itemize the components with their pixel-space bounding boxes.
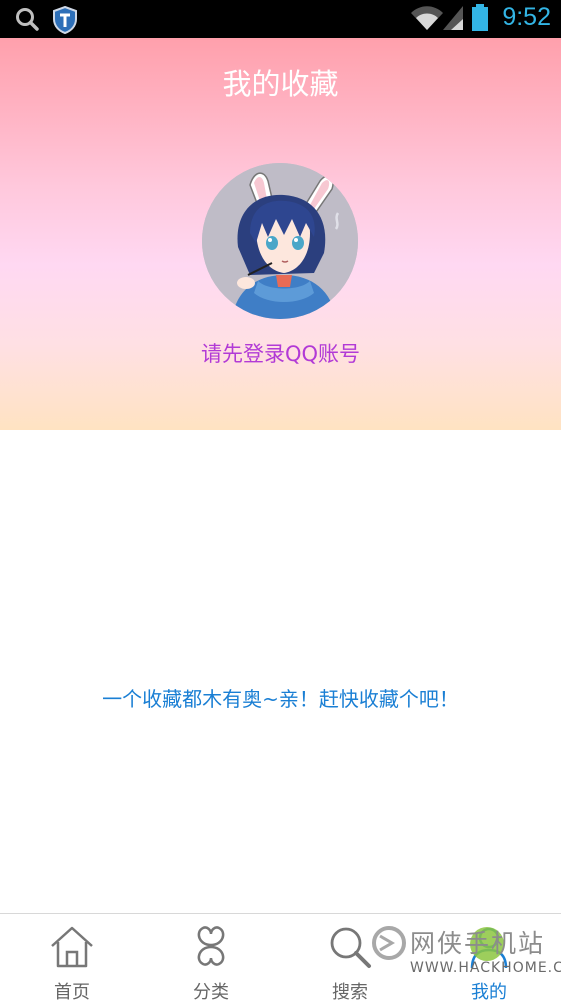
status-bar: 9:52 [0, 0, 561, 38]
home-icon [47, 924, 97, 970]
nav-label-category: 分类 [193, 982, 229, 1003]
nav-item-home[interactable]: 首页 [2, 914, 142, 1003]
battery-icon [471, 4, 489, 36]
avatar[interactable] [202, 163, 358, 319]
search-icon [325, 924, 375, 970]
clover-icon [186, 924, 236, 970]
clock: 9:52 [502, 3, 551, 31]
wifi-icon [410, 5, 444, 35]
search-icon [14, 6, 40, 36]
page-title: 我的收藏 [222, 67, 339, 101]
login-prompt-link[interactable]: 请先登录QQ账号 [0, 338, 561, 368]
watermark-logo-icon [370, 924, 408, 966]
watermark: 网侠手机站 WWW.HACKHOME.COM [370, 922, 561, 998]
nav-item-category[interactable]: 分类 [141, 914, 281, 1003]
signal-icon [442, 5, 464, 35]
shield-app-icon [52, 5, 78, 38]
nav-label-home: 首页 [54, 982, 90, 1003]
watermark-url: WWW.HACKHOME.COM [410, 960, 561, 976]
empty-favorites-message: 一个收藏都木有奥~亲！赶快收藏个吧！ [102, 687, 459, 711]
profile-header: 我的收藏 请先登录QQ账号 [0, 38, 561, 430]
watermark-text: 网侠手机站 [410, 929, 546, 958]
